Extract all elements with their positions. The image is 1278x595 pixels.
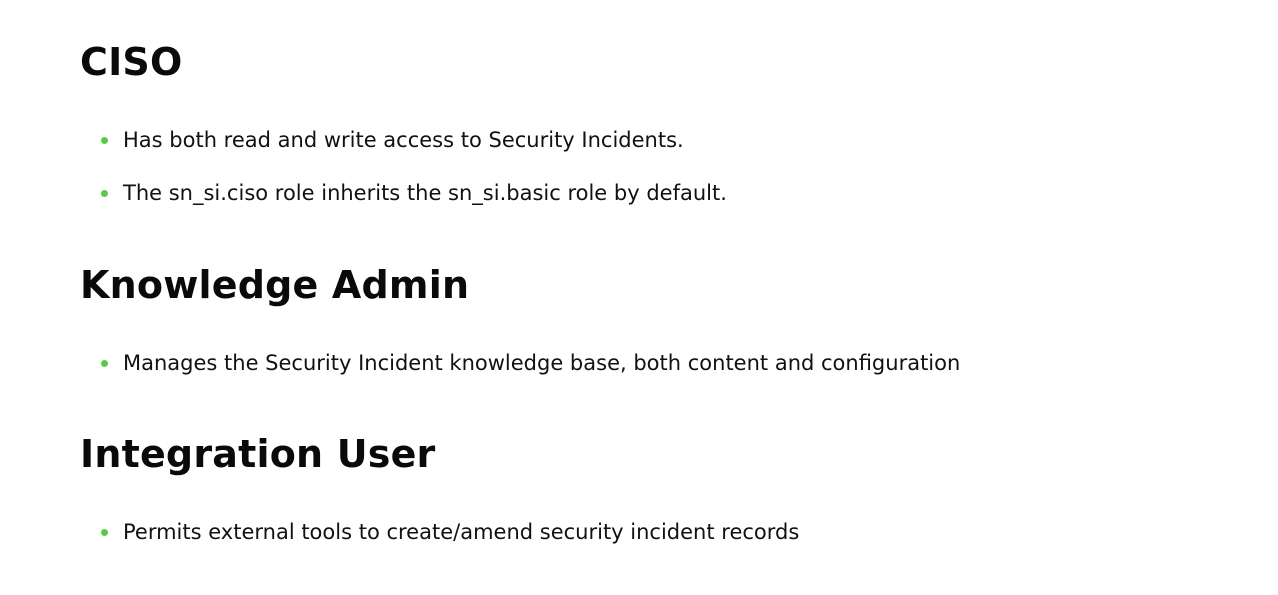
bullet-text: Manages the Security Incident knowledge … [123, 351, 961, 375]
section-heading: Knowledge Admin [80, 263, 470, 307]
bullet-text: The sn_si.ciso role inherits the sn_si.b… [123, 181, 727, 205]
section-heading: CISO [80, 40, 183, 84]
bullet-list: Permits external tools to create/amend s… [80, 517, 799, 547]
section-ciso: CISO Has both read and write access to S… [80, 38, 727, 208]
bullet-item: Permits external tools to create/amend s… [80, 517, 799, 547]
bullet-list: Has both read and write access to Securi… [80, 125, 727, 208]
bullet-item: Has both read and write access to Securi… [80, 125, 727, 155]
bullet-icon [101, 137, 108, 144]
section-knowledge-admin: Knowledge Admin Manages the Security Inc… [80, 261, 960, 378]
bullet-text: Has both read and write access to Securi… [123, 128, 684, 152]
bullet-icon [101, 360, 108, 367]
bullet-list: Manages the Security Incident knowledge … [80, 348, 960, 378]
section-heading: Integration User [80, 432, 436, 476]
bullet-text: Permits external tools to create/amend s… [123, 520, 800, 544]
bullet-item: The sn_si.ciso role inherits the sn_si.b… [80, 178, 727, 208]
bullet-icon [101, 190, 108, 197]
bullet-icon [101, 529, 108, 536]
section-integration-user: Integration User Permits external tools … [80, 430, 799, 547]
bullet-item: Manages the Security Incident knowledge … [80, 348, 960, 378]
